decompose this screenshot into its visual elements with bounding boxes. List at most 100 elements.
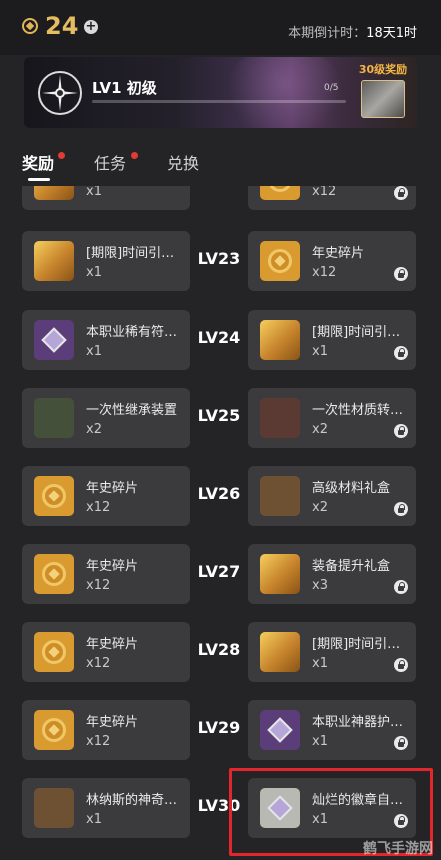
active-tab-indicator	[28, 178, 50, 181]
countdown-label: 本期倒计时：	[288, 26, 367, 41]
reward-row: 年史碎片 x12 高级材料礼盒 x2 LV26	[0, 466, 441, 526]
free-reward-card[interactable]: 林纳斯的神奇卷轴 x1	[22, 778, 190, 838]
reward-name: 年史碎片	[86, 481, 139, 496]
free-reward-card[interactable]: 本职业稀有符文箱 x1	[22, 310, 190, 370]
chest-icon	[260, 554, 300, 594]
free-reward-card[interactable]: 一次性继承装置 x2	[22, 388, 190, 448]
reward-quantity: x12	[312, 265, 337, 280]
level-marker: LV23	[197, 249, 241, 268]
reward-quantity: x1	[312, 734, 328, 749]
level-marker: LV28	[197, 640, 241, 659]
level-marker: LV26	[197, 484, 241, 503]
level-marker: LV25	[197, 406, 241, 425]
tab-exchange[interactable]: 兑换	[167, 150, 199, 174]
medal-icon	[34, 554, 74, 594]
rune-icon	[34, 320, 74, 360]
chest-icon	[34, 241, 74, 281]
free-reward-card[interactable]: [期限]时间引导者的宝箱 x1	[22, 231, 190, 291]
medal-icon	[34, 710, 74, 750]
season-countdown: 本期倒计时：18天1时	[288, 22, 417, 41]
giftbox-icon	[260, 476, 300, 516]
reward-quantity: x1	[312, 344, 328, 359]
medal-icon	[34, 476, 74, 516]
premium-reward-card[interactable]: [期限]时间引导者的宝箱 x1	[248, 622, 416, 682]
free-reward-card[interactable]: 年史碎片 x12	[22, 544, 190, 604]
reward-row: 年史碎片 x12 装备提升礼盒 x3 LV27	[0, 544, 441, 604]
level-marker: LV27	[197, 562, 241, 581]
reward-row: 一次性继承装置 x2 一次性材质转换器 x2 LV25	[0, 388, 441, 448]
premium-reward-card[interactable]: 一次性材质转换器 x2	[248, 388, 416, 448]
tab-rewards[interactable]: 奖励	[22, 150, 54, 174]
reward-row: x1 x12	[0, 186, 441, 210]
reward-label: 30级奖励	[358, 63, 408, 76]
free-reward-card[interactable]: 年史碎片 x12	[22, 622, 190, 682]
medal-icon	[260, 186, 300, 200]
inherit-icon	[34, 398, 74, 438]
premium-reward-card[interactable]: x12	[248, 186, 416, 210]
level-marker: LV24	[197, 328, 241, 347]
reward-row: 本职业稀有符文箱 x1 [期限]时间引导者的宝箱 x1 LV24	[0, 310, 441, 370]
convert-icon	[260, 398, 300, 438]
countdown-value: 18天1时	[366, 26, 417, 41]
level-30-reward[interactable]: 30级奖励	[355, 61, 411, 118]
free-reward-card[interactable]: x1	[22, 186, 190, 210]
reward-quantity: x12	[86, 656, 111, 671]
reward-quantity: x12	[86, 734, 111, 749]
premium-reward-card[interactable]: 装备提升礼盒 x3	[248, 544, 416, 604]
premium-reward-card[interactable]: 高级材料礼盒 x2	[248, 466, 416, 526]
rune-icon	[260, 710, 300, 750]
reward-name: 年史碎片	[86, 637, 139, 652]
lock-icon	[394, 658, 408, 672]
tasks-notification-dot	[131, 152, 138, 159]
chest-icon	[34, 186, 74, 200]
reward-quantity: x12	[86, 500, 111, 515]
reward-name: 本职业神器护石箱	[312, 715, 412, 730]
scroll-icon	[34, 788, 74, 828]
reward-quantity: x1	[86, 265, 102, 280]
reward-quantity: x1	[86, 186, 102, 199]
reward-row: [期限]时间引导者的宝箱 x1 年史碎片 x12 LV23	[0, 231, 441, 291]
lock-icon	[394, 580, 408, 594]
premium-reward-card[interactable]: 年史碎片 x12	[248, 231, 416, 291]
lock-icon	[394, 502, 408, 516]
compass-icon	[38, 71, 82, 115]
reward-quantity: x2	[312, 422, 328, 437]
premium-reward-card[interactable]: [期限]时间引导者的宝箱 x1	[248, 310, 416, 370]
reward-quantity: x1	[312, 656, 328, 671]
reward-box-icon	[361, 80, 405, 118]
reward-name: 年史碎片	[86, 715, 139, 730]
lock-icon	[394, 267, 408, 281]
reward-list[interactable]: x1 x12 [期限]时间引导者的宝箱 x1 年史碎片 x12 LV23 本职业稀有符文箱 x1…	[0, 186, 441, 860]
reward-name: 一次性继承装置	[86, 403, 178, 418]
reward-name: 装备提升礼盒	[312, 559, 391, 574]
reward-quantity: x12	[312, 186, 337, 199]
chest-icon	[260, 632, 300, 672]
add-points-button[interactable]: +	[84, 20, 98, 34]
premium-reward-card[interactable]: 本职业神器护石箱 x1	[248, 700, 416, 760]
free-reward-card[interactable]: 年史碎片 x12	[22, 466, 190, 526]
tab-tasks[interactable]: 任务	[94, 150, 126, 174]
reward-name: 高级材料礼盒	[312, 481, 391, 496]
points-count: 24	[45, 12, 79, 40]
reward-name: [期限]时间引导者的宝箱	[86, 246, 186, 261]
level-banner: LV1 初级 0/5 30级奖励	[24, 57, 417, 128]
reward-name: 年史碎片	[86, 559, 139, 574]
free-reward-card[interactable]: 年史碎片 x12	[22, 700, 190, 760]
reward-quantity: x12	[86, 578, 111, 593]
reward-name: 本职业稀有符文箱	[86, 325, 186, 340]
reward-name: 年史碎片	[312, 246, 365, 261]
lock-icon	[394, 346, 408, 360]
lock-icon	[394, 186, 408, 200]
level-marker: LV29	[197, 718, 241, 737]
lock-icon	[394, 736, 408, 750]
rewards-notification-dot	[58, 152, 65, 159]
reward-name: [期限]时间引导者的宝箱	[312, 325, 412, 340]
reward-quantity: x1	[86, 812, 102, 827]
watermark: 鹤飞手游网	[363, 841, 433, 857]
reward-quantity: x2	[86, 422, 102, 437]
medal-icon	[34, 632, 74, 672]
top-bar: 24 + 本期倒计时：18天1时	[0, 0, 441, 55]
tab-bar: 奖励 任务 兑换	[0, 140, 441, 186]
reward-quantity: x3	[312, 578, 328, 593]
progress-count: 0/5	[324, 83, 339, 93]
